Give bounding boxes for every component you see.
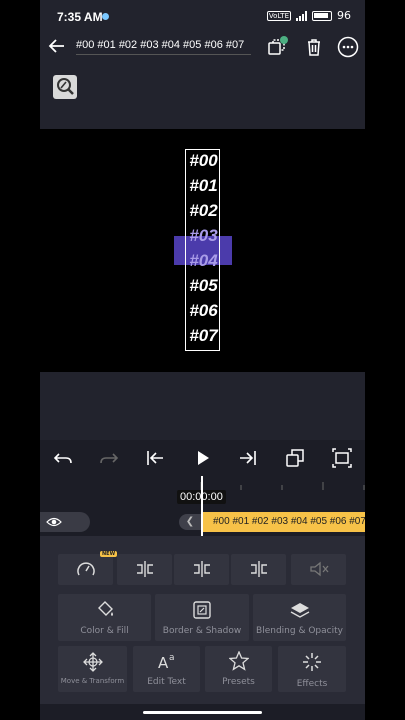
skip-to-start-icon[interactable] (143, 446, 167, 470)
canvas-label: #07 (189, 326, 218, 345)
app-screen: 7:35 AM VoLTE 96 #00 #01 #02 #03 #04 #05… (40, 0, 365, 720)
signal-icon (296, 10, 307, 21)
preview-toolbar (40, 62, 365, 129)
eye-icon (46, 517, 62, 527)
edit-text-button[interactable]: A a Edit Text (133, 646, 200, 692)
tool-panel: NEW Color & Fill Border & Shadow Blendin… (40, 536, 365, 704)
border-shadow-button[interactable]: Border & Shadow (155, 594, 249, 641)
color-fill-label: Color & Fill (80, 626, 129, 636)
edit-text-label: Edit Text (147, 677, 186, 687)
canvas-label: #01 (189, 176, 218, 195)
status-time: 7:35 AM (57, 10, 103, 24)
split-right-icon (250, 561, 267, 577)
split-icon (193, 561, 210, 577)
text-icon: A a (158, 653, 175, 671)
move-icon (82, 652, 103, 672)
canvas-label: #05 (189, 276, 218, 295)
move-transform-button[interactable]: Move & Transform (58, 646, 127, 692)
canvas-label: #04 (189, 251, 218, 270)
timeline[interactable]: 00:00:00 ❮ #00 #01 #02 #03 #04 #05 #06 #… (40, 476, 365, 536)
canvas-label: #02 (189, 201, 218, 220)
border-shadow-icon (193, 601, 211, 619)
notification-icon (102, 13, 109, 20)
video-canvas[interactable]: #00 #01 #02 #03 #04 #05 #06 #07 (40, 129, 365, 372)
skip-to-end-icon[interactable] (236, 446, 260, 470)
split-left-button[interactable] (117, 554, 172, 585)
svg-text:a: a (169, 653, 175, 663)
preview-bottom (40, 372, 365, 440)
top-bar: #00 #01 #02 #03 #04 #05 #06 #07 (40, 32, 365, 62)
playback-controls (40, 440, 365, 476)
text-layer-box[interactable]: #00 #01 #02 #03 #04 #05 #06 #07 (185, 149, 220, 351)
zoom-search-icon[interactable] (53, 75, 77, 99)
color-fill-button[interactable]: Color & Fill (58, 594, 151, 641)
battery-level: 96 (337, 9, 351, 22)
canvas-label: #06 (189, 301, 218, 320)
canvas-label: #03 (189, 226, 218, 245)
effects-label: Effects (296, 679, 328, 689)
chevron-left-icon[interactable]: ❮ (179, 514, 201, 530)
status-bar: 7:35 AM VoLTE 96 (40, 0, 365, 32)
playhead[interactable] (201, 476, 203, 536)
layer-title[interactable]: #00 #01 #02 #03 #04 #05 #06 #07 (76, 39, 251, 55)
effects-button[interactable]: Effects (278, 646, 346, 692)
canvas-label: #00 (189, 151, 218, 170)
split-button[interactable] (174, 554, 229, 585)
svg-text:A: A (158, 654, 169, 671)
mute-button[interactable] (291, 554, 346, 585)
back-arrow-icon[interactable] (46, 35, 68, 57)
split-right-button[interactable] (231, 554, 286, 585)
move-transform-label: Move & Transform (60, 677, 125, 685)
blending-opacity-button[interactable]: Blending & Opacity (253, 594, 346, 641)
home-indicator (40, 704, 365, 720)
battery-icon (312, 10, 332, 21)
status-right: VoLTE 96 (266, 9, 351, 22)
star-icon (228, 651, 249, 671)
keyframe-copy-icon[interactable] (283, 446, 307, 470)
undo-icon[interactable] (51, 446, 75, 470)
redo-icon[interactable] (97, 446, 121, 470)
play-icon[interactable] (190, 446, 214, 470)
layers-icon (290, 603, 309, 618)
sparkle-icon (303, 653, 321, 671)
new-badge: NEW (100, 551, 118, 557)
volte-icon: VoLTE (266, 10, 291, 21)
delete-icon[interactable] (303, 36, 325, 58)
paint-bucket-icon (97, 601, 113, 616)
more-options-icon[interactable] (337, 36, 359, 58)
speedometer-icon (76, 562, 95, 576)
presets-label: Presets (222, 677, 255, 687)
track-visibility-toggle[interactable] (40, 512, 90, 532)
presets-button[interactable]: Presets (205, 646, 272, 692)
fullscreen-icon[interactable] (330, 446, 354, 470)
timeline-ruler (200, 482, 365, 490)
border-shadow-label: Border & Shadow (162, 626, 242, 636)
duplicate-layer-icon[interactable] (266, 36, 288, 58)
mute-icon (309, 561, 328, 577)
blending-opacity-label: Blending & Opacity (256, 626, 343, 636)
speed-tool-button[interactable]: NEW (58, 551, 118, 585)
split-left-icon (136, 561, 153, 577)
text-clip[interactable]: #00 #01 #02 #03 #04 #05 #06 #07 (201, 512, 365, 532)
